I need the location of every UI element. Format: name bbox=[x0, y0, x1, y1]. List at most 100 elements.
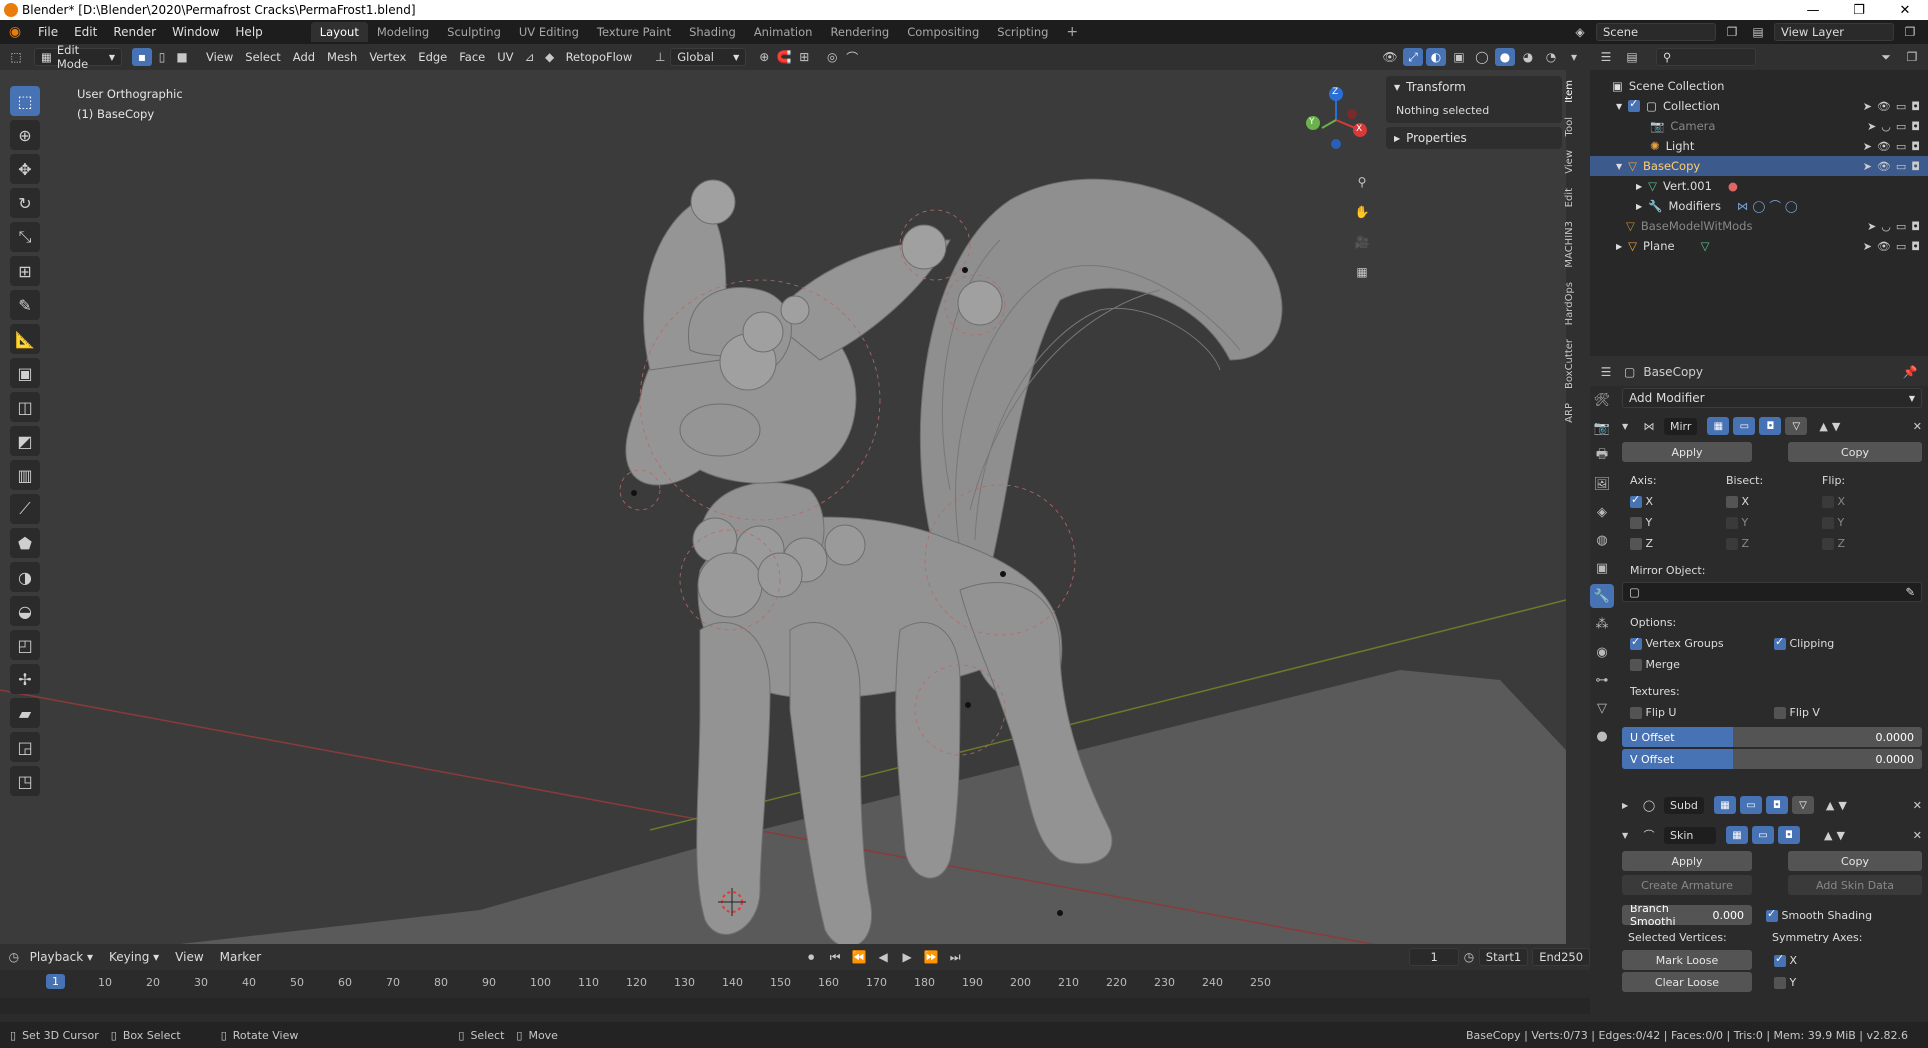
menu-edit[interactable]: Edit bbox=[66, 25, 105, 39]
select-box-tool-icon[interactable]: ⬚ bbox=[10, 86, 40, 116]
record-icon[interactable]: ⏺ bbox=[801, 948, 821, 966]
extrude-tool-icon[interactable]: ▣ bbox=[10, 358, 40, 388]
object-visibility-icon[interactable]: 👁 bbox=[1380, 48, 1400, 66]
tab-modeling[interactable]: Modeling bbox=[368, 22, 438, 42]
editor-type-icon[interactable]: ⬚ bbox=[6, 48, 26, 66]
menu-vertex[interactable]: Vertex bbox=[363, 50, 412, 64]
bisect-x-checkbox[interactable]: X bbox=[1726, 495, 1822, 508]
tab-arp[interactable]: ARP bbox=[1564, 403, 1575, 423]
flip-y-checkbox[interactable]: Y bbox=[1822, 516, 1918, 529]
timeline-track[interactable] bbox=[0, 998, 1590, 1014]
vertex-select-icon[interactable]: ▪ bbox=[132, 48, 152, 66]
tab-uv-editing[interactable]: UV Editing bbox=[510, 22, 588, 42]
close-button[interactable]: ✕ bbox=[1882, 3, 1928, 18]
output-props-icon[interactable]: 🖶 bbox=[1590, 444, 1614, 468]
menu-view[interactable]: View bbox=[200, 50, 239, 64]
view-layer-props-icon[interactable]: 🖼 bbox=[1590, 472, 1614, 496]
cage-toggle-icon[interactable]: ▽ bbox=[1791, 796, 1814, 814]
annotate-tool-icon[interactable]: ✎ bbox=[10, 290, 40, 320]
display-mode-icon[interactable]: ▤ bbox=[1622, 48, 1642, 66]
smooth-tool-icon[interactable]: ◒ bbox=[10, 596, 40, 626]
scale-tool-icon[interactable]: ⤡ bbox=[10, 222, 40, 252]
tab-boxcutter[interactable]: BoxCutter bbox=[1564, 339, 1575, 389]
playhead-frame[interactable]: 1 bbox=[46, 974, 65, 989]
pin-icon[interactable]: 📌 bbox=[1900, 363, 1920, 381]
tab-compositing[interactable]: Compositing bbox=[898, 22, 988, 42]
outliner-row-camera[interactable]: 📷 Camera ➤ ◡ ▭ ◘ bbox=[1590, 116, 1928, 136]
outliner-editor-icon[interactable]: ☰ bbox=[1596, 48, 1616, 66]
maximize-button[interactable]: ❐ bbox=[1836, 3, 1882, 18]
edit-mode-toggle-icon[interactable]: ▦ bbox=[1713, 796, 1736, 814]
move-tool-icon[interactable]: ✥ bbox=[10, 154, 40, 184]
play-reverse-icon[interactable]: ◀ bbox=[873, 948, 893, 966]
properties-section[interactable]: ▶ Properties bbox=[1386, 127, 1562, 149]
render-toggle-icon[interactable]: ◘ bbox=[1759, 417, 1782, 435]
proportional-edit-icon[interactable]: ◎ bbox=[822, 48, 842, 66]
data-props-icon[interactable]: ▽ bbox=[1590, 696, 1614, 720]
create-armature-button[interactable]: Create Armature bbox=[1622, 875, 1752, 895]
flip-u-checkbox[interactable]: Flip U bbox=[1630, 706, 1774, 719]
camera-view-icon[interactable]: 🎥 bbox=[1350, 230, 1374, 254]
jump-end-icon[interactable]: ⏭ bbox=[945, 948, 965, 966]
uv-sync-icon[interactable]: ⊿ bbox=[520, 48, 540, 66]
loop-cut-tool-icon[interactable]: ▥ bbox=[10, 460, 40, 490]
eyedropper-icon[interactable]: ✎ bbox=[1905, 585, 1915, 599]
face-select-icon[interactable]: ■ bbox=[172, 48, 192, 66]
retopoflow-button[interactable]: RetopoFlow bbox=[560, 50, 639, 64]
branch-smoothing-field[interactable]: Branch Smoothi 0.000 bbox=[1622, 905, 1752, 925]
smooth-shading-checkbox[interactable]: Smooth Shading bbox=[1766, 907, 1872, 922]
u-offset-slider[interactable]: U Offset 0.0000 bbox=[1622, 727, 1922, 747]
menu-window[interactable]: Window bbox=[164, 25, 227, 39]
bevel-tool-icon[interactable]: ◩ bbox=[10, 426, 40, 456]
start-frame-field[interactable]: Start 1 bbox=[1478, 948, 1529, 966]
shading-options-icon[interactable]: ▾ bbox=[1564, 48, 1584, 66]
scene-props-icon[interactable]: ◈ bbox=[1590, 500, 1614, 524]
filter-icon[interactable]: ⏷ bbox=[1876, 48, 1896, 66]
timeline-editor-icon[interactable]: ◷ bbox=[8, 948, 20, 966]
remove-modifier-icon[interactable]: ✕ bbox=[1913, 420, 1922, 433]
orientation-icon[interactable]: ⊥ bbox=[650, 48, 670, 66]
3d-viewport[interactable]: User Orthographic (1) BaseCopy Z X Y ⚲ ✋… bbox=[0, 70, 1566, 944]
tab-sculpting[interactable]: Sculpting bbox=[438, 22, 510, 42]
object-props-icon[interactable]: ▣ bbox=[1590, 556, 1614, 580]
add-skin-data-button[interactable]: Add Skin Data bbox=[1788, 875, 1922, 895]
menu-help[interactable]: Help bbox=[227, 25, 270, 39]
spin-tool-icon[interactable]: ◑ bbox=[10, 562, 40, 592]
end-frame-field[interactable]: End 250 bbox=[1532, 948, 1591, 966]
skin-copy-button[interactable]: Copy bbox=[1788, 851, 1922, 871]
merge-checkbox[interactable]: Merge bbox=[1622, 658, 1922, 671]
move-up-icon[interactable]: ▲ bbox=[1826, 799, 1834, 812]
tab-item[interactable]: Item bbox=[1564, 80, 1575, 103]
subd-modifier-header[interactable]: ▶ ◯ Subd ▦ ▭ ◘ ▽ ▲ ▼ ✕ bbox=[1622, 793, 1922, 817]
menu-face[interactable]: Face bbox=[453, 50, 491, 64]
tab-texture-paint[interactable]: Texture Paint bbox=[588, 22, 680, 42]
move-down-icon[interactable]: ▼ bbox=[1838, 799, 1846, 812]
visibility-icons[interactable]: ➤ 👁 ▭ ◘ bbox=[1863, 100, 1920, 113]
timeline-ruler[interactable]: 1 10 20 30 40 50 60 70 80 90 100 110 120 130 140 150 16… bbox=[0, 974, 1590, 996]
modifier-props-icon[interactable]: 🔧 bbox=[1590, 584, 1614, 608]
menu-keying[interactable]: Keying ▾ bbox=[103, 950, 165, 964]
menu-uv[interactable]: UV bbox=[491, 50, 519, 64]
tab-edit[interactable]: Edit bbox=[1564, 188, 1575, 207]
outliner-row-plane[interactable]: ▶ ▽ Plane ▽ ➤ 👁 ▭ ◘ bbox=[1590, 236, 1928, 256]
clipping-checkbox[interactable]: Clipping bbox=[1774, 635, 1834, 650]
menu-mesh[interactable]: Mesh bbox=[321, 50, 363, 64]
skin-name-field[interactable]: Skin bbox=[1664, 826, 1716, 844]
tab-rendering[interactable]: Rendering bbox=[821, 22, 898, 42]
tab-tool[interactable]: Tool bbox=[1564, 117, 1575, 136]
render-toggle-icon[interactable]: ◘ bbox=[1765, 796, 1788, 814]
edge-select-icon[interactable]: ▯ bbox=[152, 48, 172, 66]
outliner-row-basemodelwitmods[interactable]: ▽ BaseModelWitMods ➤ ◡ ▭ ◘ bbox=[1590, 216, 1928, 236]
transform-section[interactable]: ▼ Transform Nothing selected bbox=[1386, 76, 1562, 123]
shrink-fatten-tool-icon[interactable]: ✢ bbox=[10, 664, 40, 694]
cursor-tool-icon[interactable]: ⊕ bbox=[10, 120, 40, 150]
skin-modifier-header[interactable]: ▼ ⌒ Skin ▦ ▭ ◘ ▲ ▼ ✕ bbox=[1622, 823, 1922, 847]
visibility-icons[interactable]: ➤ ◡ ▭ ◘ bbox=[1867, 220, 1920, 233]
viewport-toggle-icon[interactable]: ▭ bbox=[1739, 796, 1762, 814]
falloff-icon[interactable]: ⌒ bbox=[842, 48, 862, 66]
new-scene-icon[interactable]: ❐ bbox=[1722, 23, 1742, 41]
transform-tool-icon[interactable]: ⊞ bbox=[10, 256, 40, 286]
menu-select[interactable]: Select bbox=[239, 50, 286, 64]
menu-marker[interactable]: Marker bbox=[214, 950, 267, 964]
tab-hardops[interactable]: HardOps bbox=[1564, 282, 1575, 325]
